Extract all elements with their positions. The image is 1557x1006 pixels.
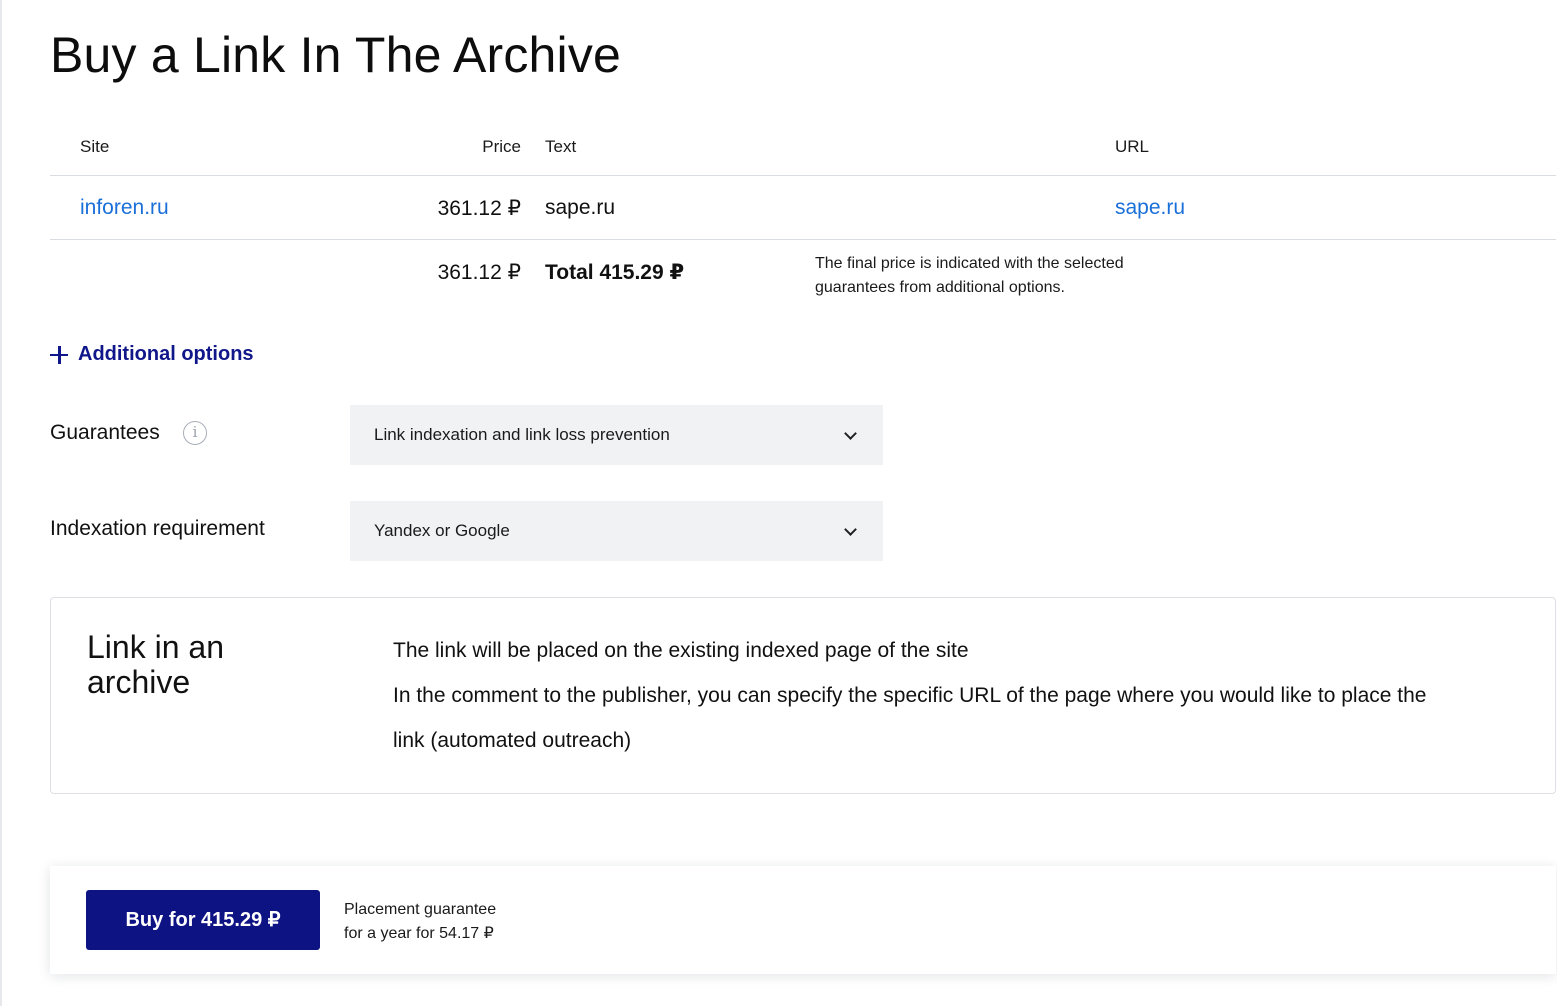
links-table: Site Price Text URL inforen.ru 361.12 ₽ … — [50, 112, 1556, 310]
final-price-note-line: The final price is indicated with the se… — [815, 255, 1124, 272]
page-left-border — [0, 0, 2, 1006]
guarantees-select[interactable]: Link indexation and link loss prevention — [350, 405, 883, 465]
page-title: Buy a Link In The Archive — [50, 27, 622, 83]
placement-guarantee-line: for a year for 54.17 ₽ — [344, 925, 494, 942]
guarantees-row: Guarantees i Link indexation and link lo… — [50, 405, 883, 465]
plus-icon — [50, 345, 68, 364]
column-header-text: Text — [545, 137, 577, 156]
placement-guarantee-note: Placement guarantee for a year for 54.17… — [344, 898, 496, 946]
column-header-url: URL — [1115, 137, 1150, 156]
row-anchor-text: sape.ru — [545, 196, 616, 219]
indexation-selected-value: Yandex or Google — [374, 521, 510, 540]
info-icon[interactable]: i — [183, 421, 207, 445]
additional-options-label: Additional options — [78, 343, 254, 365]
guarantees-label: Guarantees — [50, 421, 160, 444]
chevron-down-icon — [844, 427, 857, 440]
buy-button[interactable]: Buy for 415.29 ₽ — [86, 890, 320, 950]
indexation-select[interactable]: Yandex or Google — [350, 501, 883, 561]
total-price: Total 415.29 ₽ — [545, 261, 685, 284]
description-text: The link will be placed on the existing … — [393, 628, 1533, 763]
link-type-description-card: Link in an archive The link will be plac… — [50, 597, 1556, 794]
subtotal-price: 361.12 ₽ — [437, 261, 521, 284]
description-line: In the comment to the publisher, you can… — [393, 684, 1427, 707]
chevron-down-icon — [844, 523, 857, 536]
target-url-link[interactable]: sape.ru — [1115, 196, 1185, 220]
description-line: The link will be placed on the existing … — [393, 639, 969, 662]
purchase-bar: Buy for 415.29 ₽ Placement guarantee for… — [50, 866, 1556, 974]
description-line: link (automated outreach) — [393, 729, 632, 752]
table-header: Site Price Text URL — [50, 112, 1556, 176]
column-header-price: Price — [482, 137, 521, 156]
guarantees-selected-value: Link indexation and link loss prevention — [374, 425, 670, 444]
table-row: inforen.ru 361.12 ₽ sape.ru sape.ru — [50, 176, 1556, 240]
site-link[interactable]: inforen.ru — [80, 196, 169, 220]
final-price-note: The final price is indicated with the se… — [815, 252, 1215, 300]
indexation-label: Indexation requirement — [50, 517, 265, 540]
placement-guarantee-line: Placement guarantee — [344, 901, 497, 918]
final-price-note-line: guarantees from additional options. — [815, 279, 1065, 296]
table-totals-row: 361.12 ₽ Total 415.29 ₽ The final price … — [50, 240, 1556, 310]
indexation-row: Indexation requirement Yandex or Google — [50, 501, 883, 561]
column-header-site: Site — [80, 137, 110, 156]
description-title: Link in an archive — [87, 629, 224, 700]
row-price: 361.12 ₽ — [437, 197, 521, 220]
additional-options-toggle[interactable]: Additional options — [50, 343, 254, 366]
